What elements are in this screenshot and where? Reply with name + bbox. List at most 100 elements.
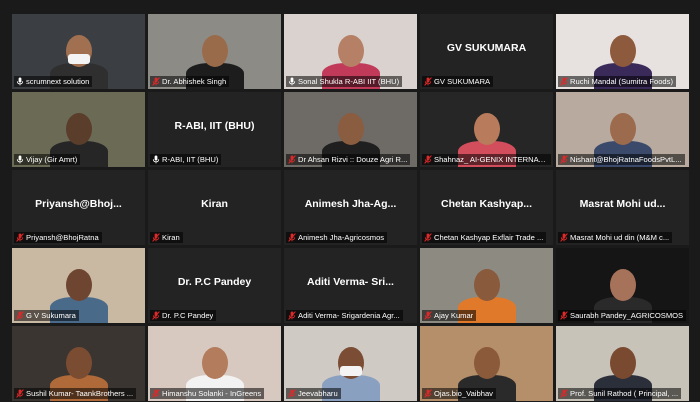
participant-name-label: Shahnaz_ AI-GENIX INTERNAT...	[422, 154, 551, 165]
mic-muted-icon	[152, 233, 160, 242]
participant-name-label: Sonal Shukla R-ABI IIT (BHU)	[286, 76, 403, 87]
participant-name: Chetan Kashyap Exflair Trade ...	[434, 233, 544, 242]
participant-silhouette-head	[201, 347, 228, 379]
mic-icon	[288, 77, 296, 86]
participant-tile[interactable]: Chetan Kashyap... Chetan Kashyap Exflair …	[420, 170, 553, 245]
participant-tile[interactable]: Prof. Sunil Rathod ( Principal, ...	[556, 326, 689, 401]
participant-silhouette-head	[473, 347, 500, 379]
mic-muted-icon	[424, 311, 432, 320]
participant-name: Aditi Verma- Srigardenia Agr...	[298, 311, 400, 320]
mic-muted-icon	[16, 311, 24, 320]
participant-name-label: Saurabh Pandey_AGRICOSMOS	[558, 310, 687, 321]
participant-tile[interactable]: scrumnext solution	[12, 14, 145, 89]
participant-name: Prof. Sunil Rathod ( Principal, ...	[570, 389, 679, 398]
participant-tile[interactable]: Sushil Kumar- TaankBrothers ...	[12, 326, 145, 401]
participant-name-label: R-ABI, IIT (BHU)	[150, 154, 222, 165]
participant-name-label: Animesh Jha-Agricosmos	[286, 232, 388, 243]
participant-silhouette-head	[609, 269, 636, 301]
participant-tile[interactable]: Masrat Mohi ud... Masrat Mohi ud din (M&M…	[556, 170, 689, 245]
participant-name-label: Nishant@BhojRatnaFoodsPvtL...	[558, 154, 685, 165]
mic-muted-icon	[560, 389, 568, 398]
participant-tile[interactable]: Jeevabharu	[284, 326, 417, 401]
participant-silhouette-head	[609, 35, 636, 67]
participant-name-label: Ojas.bio_Vaibhav	[422, 388, 496, 399]
participant-silhouette-head	[65, 269, 92, 301]
participant-display-name: Priyansh@Bhoj...	[35, 198, 122, 210]
mic-muted-icon	[288, 233, 296, 242]
mic-muted-icon	[424, 155, 432, 164]
participant-name: GV SUKUMARA	[434, 77, 491, 86]
participant-name-label: Dr Ahsan Rizvi :: Douze Agri R...	[286, 154, 411, 165]
participant-name: Ojas.bio_Vaibhav	[434, 389, 493, 398]
participant-name: Kiran	[162, 233, 180, 242]
mic-muted-icon	[288, 389, 296, 398]
mic-muted-icon	[152, 311, 160, 320]
participant-tile[interactable]: Aditi Verma- Sri... Aditi Verma- Srigarde…	[284, 248, 417, 323]
participant-tile[interactable]: Saurabh Pandey_AGRICOSMOS	[556, 248, 689, 323]
participant-name-label: G V Sukumara	[14, 310, 79, 321]
participant-tile[interactable]: Dr. Abhishek Singh	[148, 14, 281, 89]
participant-tile[interactable]: G V Sukumara	[12, 248, 145, 323]
participant-name-label: Kiran	[150, 232, 183, 243]
participant-name-label: Chetan Kashyap Exflair Trade ...	[422, 232, 547, 243]
participant-tile[interactable]: Shahnaz_ AI-GENIX INTERNAT...	[420, 92, 553, 167]
mic-muted-icon	[288, 311, 296, 320]
participant-display-name: Dr. P.C Pandey	[177, 276, 252, 288]
participant-name: Saurabh Pandey_AGRICOSMOS	[570, 311, 684, 320]
participant-display-name: GV SUKUMARA	[446, 42, 527, 54]
mic-icon	[16, 155, 24, 164]
participant-tile[interactable]: Ruchi Mandal (Sumitra Foods)	[556, 14, 689, 89]
participant-name: Ajay Kumar	[434, 311, 474, 320]
participant-tile[interactable]: Kiran Kiran	[148, 170, 281, 245]
participant-name: scrumnext solution	[26, 77, 90, 86]
mic-icon	[152, 155, 160, 164]
participant-tile[interactable]: Animesh Jha-Ag... Animesh Jha-Agricosmos	[284, 170, 417, 245]
mic-muted-icon	[560, 77, 568, 86]
participant-name-label: Masrat Mohi ud din (M&M c...	[558, 232, 673, 243]
participant-name-label: Ruchi Mandal (Sumitra Foods)	[558, 76, 676, 87]
participant-tile[interactable]: Sonal Shukla R-ABI IIT (BHU)	[284, 14, 417, 89]
video-gallery-grid: scrumnext solution Dr. Abhishek Singh Sona…	[0, 0, 700, 402]
participant-name: Dr. P.C Pandey	[162, 311, 214, 320]
mic-muted-icon	[16, 389, 24, 398]
participant-silhouette-head	[473, 113, 500, 145]
participant-name-label: Prof. Sunil Rathod ( Principal, ...	[558, 388, 682, 399]
participant-name: Masrat Mohi ud din (M&M c...	[570, 233, 670, 242]
participant-name: Vijay (Gir Amrt)	[26, 155, 78, 164]
participant-name: Sushil Kumar- TaankBrothers ...	[26, 389, 134, 398]
participant-name-label: scrumnext solution	[14, 76, 93, 87]
mic-muted-icon	[560, 155, 568, 164]
mic-icon	[16, 77, 24, 86]
participant-tile[interactable]: Dr. P.C Pandey Dr. P.C Pandey	[148, 248, 281, 323]
participant-tile[interactable]: R-ABI, IIT (BHU) R-ABI, IIT (BHU)	[148, 92, 281, 167]
participant-name-label: Vijay (Gir Amrt)	[14, 154, 81, 165]
participant-tile[interactable]: Vijay (Gir Amrt)	[12, 92, 145, 167]
participant-silhouette-head	[473, 269, 500, 301]
face-mask	[67, 54, 90, 64]
participant-tile[interactable]: Himanshu Solanki - InGreens	[148, 326, 281, 401]
participant-name: Jeevabharu	[298, 389, 338, 398]
participant-name-label: Priyansh@BhojRatna	[14, 232, 102, 243]
participant-tile[interactable]: Ajay Kumar	[420, 248, 553, 323]
mic-muted-icon	[560, 311, 568, 320]
participant-name-label: Himanshu Solanki - InGreens	[150, 388, 265, 399]
participant-name-label: Ajay Kumar	[422, 310, 477, 321]
participant-silhouette-head	[201, 35, 228, 67]
participant-tile[interactable]: Nishant@BhojRatnaFoodsPvtL...	[556, 92, 689, 167]
participant-tile[interactable]: Dr Ahsan Rizvi :: Douze Agri R...	[284, 92, 417, 167]
participant-name: Dr. Abhishek Singh	[162, 77, 227, 86]
participant-name: Ruchi Mandal (Sumitra Foods)	[570, 77, 673, 86]
participant-name: Sonal Shukla R-ABI IIT (BHU)	[298, 77, 400, 86]
participant-name: R-ABI, IIT (BHU)	[162, 155, 219, 164]
participant-tile[interactable]: Ojas.bio_Vaibhav	[420, 326, 553, 401]
participant-name: Nishant@BhojRatnaFoodsPvtL...	[570, 155, 682, 164]
participant-silhouette-head	[609, 113, 636, 145]
participant-name-label: Jeevabharu	[286, 388, 341, 399]
participant-tile[interactable]: GV SUKUMARA GV SUKUMARA	[420, 14, 553, 89]
mic-muted-icon	[16, 233, 24, 242]
mic-muted-icon	[152, 77, 160, 86]
mic-muted-icon	[424, 389, 432, 398]
participant-name-label: Aditi Verma- Srigardenia Agr...	[286, 310, 403, 321]
participant-tile[interactable]: Priyansh@Bhoj... Priyansh@BhojRatna	[12, 170, 145, 245]
participant-name-label: GV SUKUMARA	[422, 76, 494, 87]
